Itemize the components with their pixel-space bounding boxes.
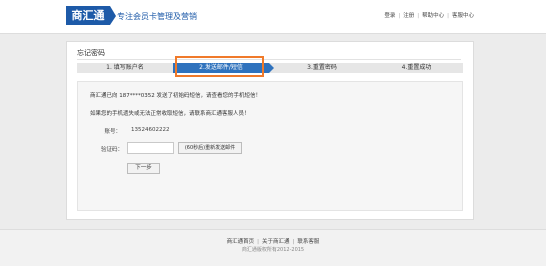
top-bar: 商汇通 专注会员卡管理及营销 登录 | 注册 | 帮助中心 | 客服中心 — [0, 0, 546, 34]
footer-home-link[interactable]: 商汇通首页 — [227, 239, 255, 245]
top-links: 登录 | 注册 | 帮助中心 | 客服中心 — [384, 11, 474, 19]
step-reset-success: 4.重置成功 — [401, 64, 432, 71]
step-fill-account: 1. 填写账户名 — [106, 64, 144, 71]
help-center-link[interactable]: 帮助中心 — [422, 13, 444, 19]
link-separator: | — [257, 239, 259, 245]
link-separator: | — [292, 239, 295, 245]
footer: 商汇通首页 | 关于商汇通 | 联系客服 商汇通版权所有2012-2015 — [0, 229, 546, 266]
title-divider — [77, 59, 461, 60]
masked-phone: 187****0352 — [119, 93, 155, 99]
footer-about-link[interactable]: 关于商汇通 — [262, 239, 290, 245]
verification-code-input[interactable] — [127, 142, 174, 154]
sent-message: 商汇通已向 187****0352 发送了初始码短信，请查看您的手机短信！ — [90, 91, 261, 99]
lost-phone-note: 如果您的手机遗失或无法正常收取短信，请联系商汇通客服人员！ — [90, 111, 250, 117]
next-step-button[interactable]: 下一步 — [127, 163, 160, 174]
customer-service-link[interactable]: 客服中心 — [452, 13, 474, 19]
site-slogan: 专注会员卡管理及营销 — [117, 12, 197, 21]
sent-message-suffix: 发送了初始码短信，请查看您的手机短信！ — [154, 93, 261, 99]
page-title: 忘记密码 — [77, 49, 105, 57]
resend-button[interactable]: (60秒后)重新发送邮件 — [178, 142, 242, 154]
account-value: 13524602222 — [131, 127, 170, 133]
progress-steps: 1. 填写账户名 2.发送邮件/短信 3.重置密码 4.重置成功 — [77, 63, 463, 73]
register-link[interactable]: 注册 — [403, 13, 414, 19]
code-label: 验证码： — [100, 147, 123, 153]
forgot-password-panel: 忘记密码 1. 填写账户名 2.发送邮件/短信 3.重置密码 4.重置成功 商汇… — [66, 41, 474, 220]
login-link[interactable]: 登录 — [384, 13, 395, 19]
footer-contact-link[interactable]: 联系客服 — [297, 239, 319, 245]
copyright-text: 商汇通版权所有2012-2015 — [241, 247, 305, 253]
step-content: 商汇通已向 187****0352 发送了初始码短信，请查看您的手机短信！ 如果… — [77, 81, 463, 211]
step-reset-password: 3.重置密码 — [307, 64, 337, 71]
footer-links: 商汇通首页 | 关于商汇通 | 联系客服 — [0, 237, 546, 245]
site-logo[interactable]: 商汇通 — [66, 6, 116, 25]
link-separator: | — [447, 13, 449, 19]
account-label: 账号： — [104, 129, 121, 135]
link-separator: | — [417, 13, 420, 19]
current-step-highlight — [175, 56, 264, 77]
sent-message-prefix: 商汇通已向 — [90, 93, 120, 99]
link-separator: | — [398, 13, 401, 19]
